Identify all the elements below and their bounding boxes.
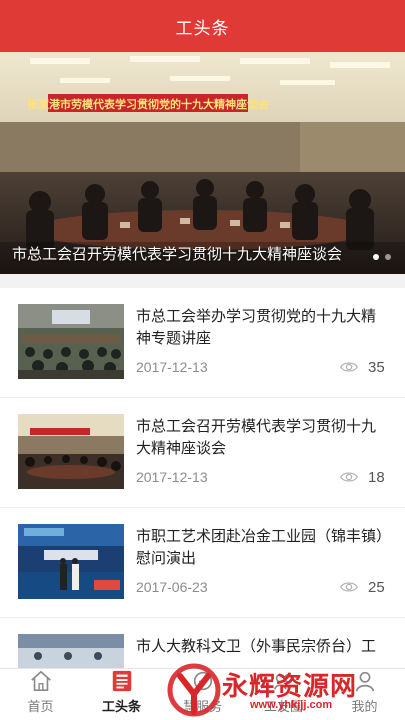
section-divider [0,274,405,288]
eye-icon [340,472,358,482]
watermark-url: www.yhkjjj.com [250,699,333,711]
view-count: 18 [368,469,385,486]
news-date: 2017-12-13 [136,469,208,485]
eye-icon [340,582,358,592]
app-header: 工头条 [0,0,405,52]
news-title[interactable]: 市职工艺术团赴冶金工业园（锦丰镇）慰问演出 [136,526,388,570]
banner-backdrop-text: 张家港市劳模代表学习贯彻党的十九大精神座谈会 [27,97,270,111]
news-list: 市总工会举办学习贯彻党的十九大精神专题讲座 2017-12-13 35 市总工会… [0,288,405,720]
carousel-indicator [373,254,391,260]
view-count: 25 [368,579,385,596]
eye-icon [340,362,358,372]
list-item[interactable]: 市职工艺术团赴冶金工业园（锦丰镇）慰问演出 2017-06-23 25 [0,508,405,618]
tab-home[interactable]: 首页 [0,669,81,720]
news-thumbnail[interactable] [18,304,124,379]
news-date: 2017-06-23 [136,579,208,595]
watermark-text: 永辉资源网 [222,671,358,701]
carousel-dot-active[interactable] [373,254,379,260]
news-title[interactable]: 市人大教科文卫（外事民宗侨台）工 [136,636,388,658]
news-icon [112,670,131,692]
carousel-dot[interactable] [385,254,391,260]
news-title[interactable]: 市总工会召开劳模代表学习贯彻十九大精神座谈会 [136,416,388,460]
page-title: 工头条 [175,18,230,38]
tab-label: 工头条 [101,699,141,714]
news-thumbnail[interactable] [18,524,124,599]
news-title[interactable]: 市总工会举办学习贯彻党的十九大精神专题讲座 [136,306,388,350]
home-icon [30,670,51,692]
list-item[interactable]: 市总工会举办学习贯彻党的十九大精神专题讲座 2017-12-13 35 [0,288,405,398]
list-item[interactable]: 市总工会召开劳模代表学习贯彻十九大精神座谈会 2017-12-13 18 [0,398,405,508]
news-date: 2017-12-13 [136,359,208,375]
view-count: 35 [368,359,385,376]
banner-caption[interactable]: 市总工会召开劳模代表学习贯彻十九大精神座谈会 [12,243,345,264]
banner-carousel[interactable]: 张家港市劳模代表学习贯彻党的十九大精神座谈会 市总工会召开劳模代表学习贯彻十九大… [0,52,405,274]
tab-news[interactable]: 工头条 [81,669,162,720]
banner-photo: 张家港市劳模代表学习贯彻党的十九大精神座谈会 [0,52,405,274]
news-thumbnail[interactable] [18,414,124,489]
tab-label: 首页 [27,699,54,714]
